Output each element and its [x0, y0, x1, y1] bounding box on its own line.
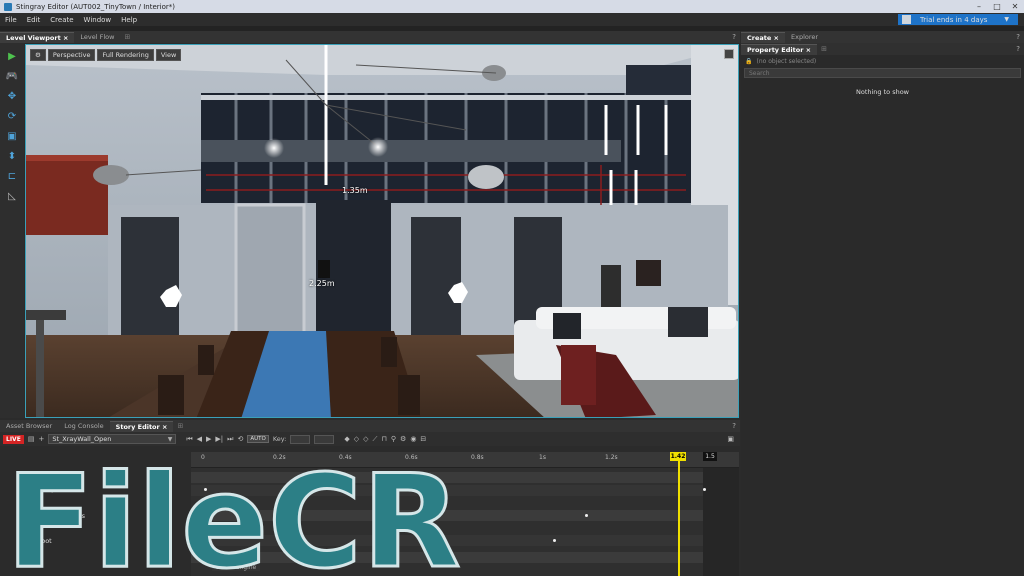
menu-create[interactable]: Create [45, 16, 78, 24]
viewport-settings-icon[interactable]: ⚙ [30, 49, 46, 61]
scene-render [26, 45, 738, 417]
playhead-time[interactable]: 1.42 [670, 452, 686, 461]
time-tick: 1s [539, 454, 546, 461]
rotate-icon[interactable]: ⟳ [5, 109, 20, 124]
lock-icon[interactable]: 🔒 [745, 58, 752, 65]
maximize-icon[interactable]: □ [988, 0, 1006, 13]
keyframe[interactable] [553, 539, 556, 542]
place-icon[interactable]: ⬍ [5, 149, 20, 164]
time-tick: 1.2s [605, 454, 618, 461]
help-icon[interactable]: ? [732, 420, 736, 432]
tab-explorer[interactable]: Explorer [785, 32, 824, 43]
close-icon[interactable]: ✕ [1006, 0, 1024, 13]
view-button[interactable]: View [155, 49, 182, 61]
filecr-watermark: FileCR [6, 450, 462, 576]
maximize-panel-icon[interactable]: ▣ [727, 435, 734, 443]
curve-icon[interactable]: ⟋ [373, 435, 378, 444]
right-panel: Create × Explorer ? Property Editor × ⊞ … [741, 31, 1024, 576]
measurement-label: 1.35m [342, 186, 368, 195]
tab-log-console[interactable]: Log Console [58, 421, 109, 432]
property-tabs: Property Editor × ⊞ ? [741, 43, 1024, 55]
chevron-down-icon: ▼ [1004, 16, 1009, 23]
tab-level-viewport[interactable]: Level Viewport × [0, 32, 75, 43]
new-tab-icon[interactable]: ⊞ [173, 421, 187, 432]
tool-palette: ▶ 🎮 ✥ ⟳ ▣ ⬍ ⊏ ◺ [0, 43, 24, 418]
app-logo-icon [4, 2, 12, 11]
tab-create[interactable]: Create × [741, 32, 786, 43]
trial-banner[interactable]: Trial ends in 4 days ▼ [898, 14, 1018, 25]
add-key-icon[interactable]: ◆ [344, 435, 349, 443]
key-label: Key: [272, 435, 287, 443]
snap-icon[interactable]: ⊏ [5, 169, 20, 184]
new-tab-icon[interactable]: ⊞ [817, 44, 831, 55]
play-icon[interactable]: ▶ [206, 435, 211, 443]
minimize-icon[interactable]: – [970, 0, 988, 13]
chevron-down-icon: ▼ [167, 436, 173, 443]
help-icon[interactable]: ? [1016, 31, 1020, 43]
skip-start-icon[interactable]: ⏮ [186, 435, 192, 444]
snap-icon[interactable]: ⊓ [381, 435, 386, 443]
keyframe[interactable] [703, 488, 706, 491]
playhead[interactable] [678, 452, 680, 576]
tab-story-editor[interactable]: Story Editor × [109, 421, 174, 432]
keyframe[interactable] [585, 514, 588, 517]
color-icon[interactable]: ◉ [410, 435, 416, 443]
key-value-input[interactable] [314, 434, 335, 444]
move-icon[interactable]: ✥ [5, 89, 20, 104]
menu-file[interactable]: File [0, 16, 22, 24]
story-select[interactable]: St_XrayWall_Open ▼ [48, 434, 177, 444]
gamepad-icon[interactable]: 🎮 [5, 69, 20, 84]
title-bar: Stingray Editor (AUT002_TinyTown / Inter… [0, 0, 1024, 13]
window-title: Stingray Editor (AUT002_TinyTown / Inter… [16, 2, 175, 11]
filter-icon[interactable]: ⚲ [391, 435, 396, 443]
avatar [902, 15, 911, 24]
play-icon[interactable]: ▶ [5, 49, 20, 64]
watermark-text: FileCR [6, 450, 461, 576]
trial-text: Trial ends in 4 days [920, 15, 988, 24]
new-story-icon[interactable]: + [38, 435, 44, 443]
bottom-tabs: Asset Browser Log Console Story Editor ×… [0, 420, 740, 432]
maximize-viewport-icon[interactable] [724, 49, 734, 59]
viewport-tabs: Level Viewport × Level Flow ⊞ ? [0, 31, 740, 43]
property-search-input[interactable]: Search [744, 68, 1021, 78]
measurement-label: 2.25m [309, 279, 335, 288]
auto-key-button[interactable]: AUTO [247, 435, 269, 443]
help-icon[interactable]: ? [1016, 43, 1020, 55]
options-icon[interactable]: ⊟ [420, 435, 426, 443]
menu-window[interactable]: Window [79, 16, 117, 24]
tab-property-editor[interactable]: Property Editor × [741, 44, 818, 55]
prev-key-icon[interactable]: ◇ [354, 435, 359, 443]
next-key-icon[interactable]: ◇ [363, 435, 368, 443]
new-tab-icon[interactable]: ⊞ [120, 32, 134, 43]
story-toolbar: LIVE ▤ + St_XrayWall_Open ▼ ⏮ ◀ ▶ ▶| ⏭ ⟲ … [0, 432, 740, 446]
scale-icon[interactable]: ▣ [5, 129, 20, 144]
selection-status: 🔒 (no object selected) [745, 57, 817, 65]
settings-icon[interactable]: ⚙ [400, 435, 406, 443]
key-input[interactable] [290, 434, 311, 444]
tab-level-flow[interactable]: Level Flow [74, 32, 120, 43]
full-rendering-button[interactable]: Full Rendering [97, 49, 154, 61]
timeline-end-region [703, 468, 739, 576]
ruler-icon[interactable]: ◺ [5, 189, 20, 204]
empty-message: Nothing to show [855, 88, 909, 96]
help-icon[interactable]: ? [732, 31, 736, 43]
step-back-icon[interactable]: ◀ [197, 435, 202, 443]
live-badge[interactable]: LIVE [3, 434, 24, 444]
menu-bar: File Edit Create Window Help Trial ends … [0, 13, 1024, 26]
end-time[interactable]: 1.5 [703, 452, 717, 461]
perspective-button[interactable]: Perspective [47, 49, 96, 61]
menu-help[interactable]: Help [116, 16, 142, 24]
create-tabs: Create × Explorer ? [741, 31, 1024, 43]
skip-end-icon[interactable]: ⏭ [227, 435, 233, 444]
loop-icon[interactable]: ⟲ [237, 435, 243, 443]
save-icon[interactable]: ▤ [28, 435, 35, 443]
level-viewport[interactable]: ⚙ Perspective Full Rendering View 1.35m … [25, 44, 739, 418]
tab-asset-browser[interactable]: Asset Browser [0, 421, 58, 432]
step-forward-icon[interactable]: ▶| [215, 435, 223, 443]
menu-edit[interactable]: Edit [22, 16, 46, 24]
